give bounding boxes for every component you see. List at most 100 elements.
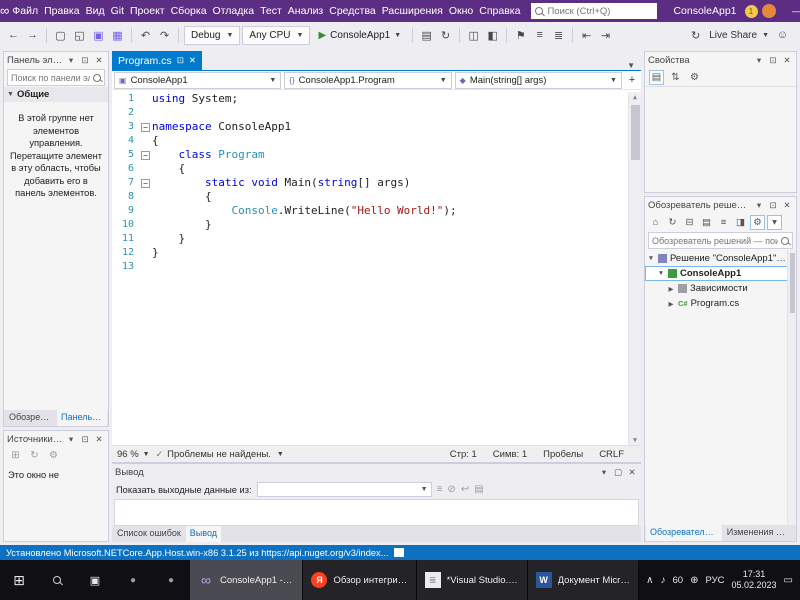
- goto-message-icon[interactable]: ≡: [437, 484, 443, 495]
- menu-item-Вид[interactable]: Вид: [83, 0, 108, 22]
- pin-icon[interactable]: ⊡: [767, 200, 779, 211]
- pin-icon[interactable]: ⊡: [177, 55, 184, 66]
- clear-all-icon[interactable]: ⊘: [447, 484, 455, 495]
- menu-item-Тест[interactable]: Тест: [257, 0, 285, 22]
- word-wrap-icon[interactable]: ↩: [461, 484, 469, 495]
- status-item[interactable]: CRLF: [599, 449, 624, 460]
- start-debugging-button[interactable]: ▶ ConsoleApp1 ▼: [312, 25, 407, 45]
- fold-margin[interactable]: −: [139, 122, 152, 132]
- volume-icon[interactable]: ♪: [661, 575, 666, 586]
- notification-bell-icon[interactable]: 1: [744, 4, 758, 18]
- quick-search-box[interactable]: [531, 3, 658, 19]
- status-item[interactable]: Пробелы: [543, 449, 583, 460]
- configure-icon[interactable]: ⚙: [46, 448, 61, 463]
- language-indicator[interactable]: РУС: [705, 575, 724, 586]
- close-icon[interactable]: ✕: [781, 55, 793, 66]
- chevron-down-icon[interactable]: ▼: [627, 61, 635, 70]
- solution-search-input[interactable]: [652, 235, 778, 246]
- status-item[interactable]: Симв: 1: [493, 449, 527, 460]
- tree-expander-icon[interactable]: ▶: [667, 300, 675, 308]
- menu-item-Справка[interactable]: Справка: [476, 0, 523, 22]
- tree-expander-icon[interactable]: ▶: [667, 285, 675, 293]
- minimize-button[interactable]: —: [784, 0, 800, 22]
- feedback-icon[interactable]: ☺: [774, 26, 791, 44]
- taskbar-search-icon[interactable]: [38, 560, 76, 600]
- menu-item-Проект[interactable]: Проект: [127, 0, 168, 22]
- chevron-down-icon[interactable]: ▾: [598, 467, 610, 478]
- menu-item-Git[interactable]: Git: [108, 0, 127, 22]
- indent-decrease-icon[interactable]: ⇤: [578, 26, 595, 44]
- battery-level[interactable]: 60: [673, 575, 684, 586]
- tree-item-solution[interactable]: ▼ Решение "ConsoleApp1" (проекты: 1 из 1): [645, 251, 796, 266]
- scrollbar-thumb[interactable]: [789, 253, 795, 313]
- bookmark-icon[interactable]: ⚑: [512, 26, 529, 44]
- output-tab[interactable]: Список ошибок: [113, 526, 185, 542]
- status-item[interactable]: Стр: 1: [450, 449, 477, 460]
- close-icon[interactable]: ✕: [93, 55, 105, 66]
- menu-item-Правка[interactable]: Правка: [41, 0, 82, 22]
- fold-margin[interactable]: −: [139, 150, 152, 160]
- menu-item-Файл[interactable]: Файл: [9, 0, 41, 22]
- scroll-up-icon[interactable]: ▲: [633, 92, 637, 102]
- fold-collapse-icon[interactable]: −: [141, 122, 150, 132]
- menu-item-Отладка[interactable]: Отладка: [210, 0, 258, 22]
- copy-output-icon[interactable]: ▤: [474, 484, 483, 495]
- output-source-combo[interactable]: ▼: [256, 482, 432, 497]
- props-wrench-icon[interactable]: ⚙: [687, 70, 702, 85]
- taskbar-app-yandex[interactable]: Я Обзор интегриров...: [303, 560, 417, 600]
- filter-icon[interactable]: ▾: [767, 214, 782, 230]
- uncomment-icon[interactable]: ≣: [550, 26, 567, 44]
- quick-search-input[interactable]: [547, 5, 654, 17]
- undo-icon[interactable]: ↶: [137, 26, 154, 44]
- output-content[interactable]: [114, 499, 639, 526]
- pin-icon[interactable]: ⊡: [79, 55, 91, 66]
- tree-expander-icon[interactable]: ▼: [647, 255, 655, 262]
- menu-item-Анализ[interactable]: Анализ: [285, 0, 326, 22]
- nav-type-combo[interactable]: {} ConsoleApp1.Program ▼: [284, 71, 452, 89]
- chevron-down-icon[interactable]: ▾: [753, 200, 765, 211]
- taskbar-app-vs[interactable]: ∞ ConsoleApp1 - Mic...: [190, 560, 304, 600]
- taskbar-app-notepad[interactable]: ≣ *Visual Studio.txt -...: [416, 560, 528, 600]
- window-split-icon[interactable]: ◫: [465, 26, 482, 44]
- navigate-forward-icon[interactable]: →: [24, 26, 41, 44]
- code-editor[interactable]: 1 using System; 2 3− namespace ConsoleApp1 4{…: [112, 90, 641, 445]
- menu-item-Средства[interactable]: Средства: [326, 0, 379, 22]
- window-layout-icon[interactable]: ◧: [484, 26, 501, 44]
- tree-item-dependencies[interactable]: ▶ Зависимости: [645, 281, 796, 296]
- pin-icon[interactable]: ⊡: [767, 55, 779, 66]
- toolbox-group-header[interactable]: ▼ Общие: [4, 87, 108, 102]
- close-icon[interactable]: ✕: [626, 467, 638, 478]
- nav-member-combo[interactable]: ◆ Main(string[] args) ▼: [454, 71, 622, 89]
- build-icon[interactable]: ▤: [418, 26, 435, 44]
- pin-icon[interactable]: ⊡: [79, 434, 91, 445]
- maximize-panel-icon[interactable]: ▢: [612, 467, 624, 478]
- new-project-icon[interactable]: ▢: [52, 26, 69, 44]
- output-tab[interactable]: Вывод: [185, 526, 222, 542]
- clock[interactable]: 17:31 05.02.2023: [732, 569, 777, 592]
- document-tab-program-cs[interactable]: Program.cs ⊡ ✕: [112, 51, 202, 70]
- code-lines[interactable]: 1 using System; 2 3− namespace ConsoleApp1 4{…: [112, 92, 628, 445]
- toolbox-tab[interactable]: Обозревате...: [5, 410, 56, 426]
- toolbox-search-box[interactable]: [7, 69, 105, 86]
- menu-item-Окно[interactable]: Окно: [446, 0, 476, 22]
- solution-tab[interactable]: Изменения Git — п...: [723, 525, 795, 541]
- zoom-combo[interactable]: 96 % ▼: [117, 449, 150, 460]
- document-health[interactable]: ✓ Проблемы не найдены.: [156, 449, 271, 460]
- user-avatar[interactable]: [761, 4, 776, 18]
- solution-tab[interactable]: Обозреватель реше...: [646, 525, 722, 541]
- network-icon[interactable]: ⊕: [690, 575, 698, 586]
- fold-collapse-icon[interactable]: −: [141, 178, 150, 188]
- debug-target-combo[interactable]: Debug ▼: [184, 25, 241, 45]
- scroll-down-icon[interactable]: ▼: [633, 435, 637, 445]
- comment-icon[interactable]: ≡: [531, 26, 548, 44]
- nav-project-combo[interactable]: ▣ ConsoleApp1 ▼: [114, 71, 282, 89]
- tree-item-csfile[interactable]: ▶ C# Program.cs: [645, 296, 796, 311]
- refresh-icon[interactable]: ↻: [27, 448, 42, 463]
- split-editor-icon[interactable]: +: [625, 74, 639, 86]
- tree-item-project[interactable]: ▼ ConsoleApp1: [645, 266, 796, 281]
- open-file-icon[interactable]: ◱: [71, 26, 88, 44]
- scrollbar-thumb[interactable]: [630, 105, 640, 160]
- categorized-icon[interactable]: ▤: [649, 69, 664, 85]
- platform-combo[interactable]: Any CPU ▼: [242, 25, 311, 45]
- hot-reload-icon[interactable]: ↻: [437, 26, 454, 44]
